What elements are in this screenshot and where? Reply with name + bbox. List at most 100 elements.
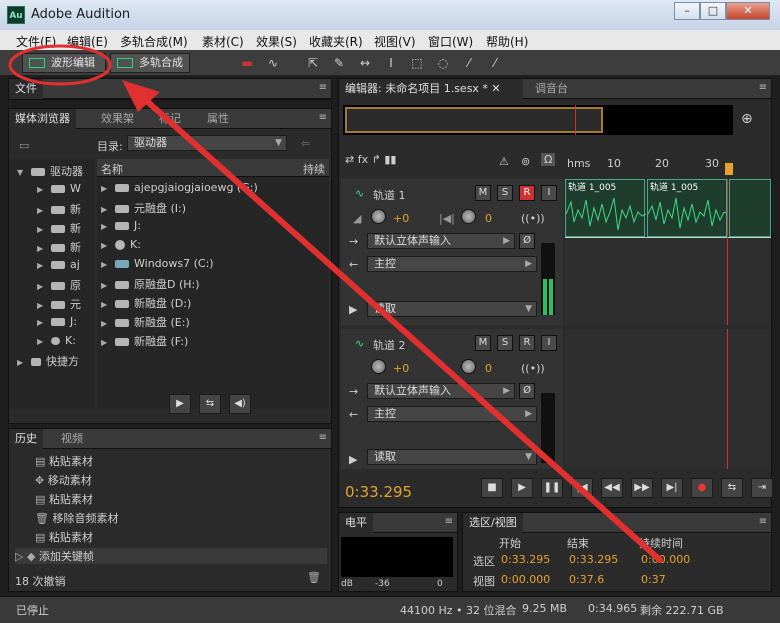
tab-editor[interactable]: 编辑器: 未命名项目 1.sesx * ✕ (339, 79, 523, 99)
menu-effects[interactable]: 效果(S) (256, 33, 297, 50)
fx-icon[interactable]: fx (358, 153, 368, 166)
volume-knob[interactable] (371, 209, 386, 224)
record-button[interactable]: ● (691, 478, 713, 498)
heal-icon[interactable]: ⁄ (486, 55, 504, 71)
panel-menu-icon[interactable]: ≡ (759, 516, 767, 527)
view-end[interactable]: 0:37.6 (569, 573, 604, 586)
record-arm-button[interactable]: R (519, 335, 535, 351)
output-dropdown[interactable]: 主控 ▶ (367, 256, 537, 272)
tree-item[interactable]: aj (70, 258, 80, 271)
expand-icon[interactable]: ▶ (349, 303, 357, 316)
track-2-lane[interactable] (565, 329, 771, 469)
volume-value[interactable]: +0 (393, 362, 409, 375)
play-preview-button[interactable]: ▶ (169, 394, 191, 414)
maximize-button[interactable]: □ (700, 2, 726, 20)
volume-knob[interactable] (371, 359, 386, 374)
phase-icon[interactable]: Ø (519, 233, 535, 249)
pan-knob[interactable] (461, 209, 476, 224)
loop-preview-button[interactable]: ⇆ (199, 394, 221, 414)
menu-window[interactable]: 窗口(W) (428, 33, 473, 50)
history-item[interactable]: ▤ 粘贴素材 (35, 491, 93, 507)
menu-edit[interactable]: 编辑(E) (67, 33, 108, 50)
loop-button[interactable]: ⇆ (721, 478, 743, 498)
selection-end[interactable]: 0:33.295 (569, 553, 618, 566)
trash-icon[interactable]: 🗑 (307, 571, 321, 584)
audio-clip[interactable]: 轨道 1_005 (565, 179, 646, 237)
minimize-button[interactable]: – (674, 2, 700, 20)
marquee-icon[interactable]: ⬚ (408, 55, 426, 71)
tree-item[interactable]: 新 (70, 241, 81, 254)
eq-icon[interactable]: ▮▮ (384, 153, 396, 166)
mute-button[interactable]: M (475, 335, 491, 351)
audio-clip[interactable]: 轨道 1_005 (647, 179, 728, 237)
input-monitor-button[interactable]: I (541, 335, 557, 351)
history-item[interactable]: ▤ 粘贴素材 (35, 453, 93, 469)
menu-help[interactable]: 帮助(H) (486, 33, 528, 50)
list-item[interactable]: ▶ 新融盘 (F:) (101, 333, 188, 349)
tab-history[interactable]: 历史 (9, 429, 43, 449)
pause-button[interactable]: ❚❚ (541, 478, 563, 498)
pitch-icon[interactable]: ∿ (264, 55, 282, 71)
history-item[interactable]: 🗑 移除音频素材 (35, 510, 118, 526)
back-arrow-icon[interactable]: ⇦ (301, 137, 310, 150)
menu-file[interactable]: 文件(F) (16, 33, 56, 50)
slip-tool-icon[interactable]: ↔ (356, 55, 374, 71)
sends-icon[interactable]: ((•)) (521, 212, 545, 225)
tree-item[interactable]: W (70, 182, 81, 195)
automation-dropdown[interactable]: 读取 ▼ (367, 301, 537, 317)
go-start-button[interactable]: |◀ (571, 478, 593, 498)
menu-view[interactable]: 视图(V) (374, 33, 416, 50)
metronome-icon[interactable]: ⚠ (499, 155, 509, 168)
panel-menu-icon[interactable]: ≡ (319, 82, 327, 93)
menu-multitrack[interactable]: 多轨合成(M) (120, 33, 188, 50)
directory-dropdown[interactable]: 驱动器 ▼ (127, 135, 287, 151)
overview-bar[interactable] (343, 105, 733, 135)
drive-icon[interactable]: ▭ (19, 139, 29, 152)
tree-item[interactable]: 元 (70, 298, 81, 311)
swap-icon[interactable]: ⇄ (345, 153, 354, 166)
mute-button[interactable]: M (475, 185, 491, 201)
expand-icon[interactable]: ▶ (349, 453, 357, 466)
tree-item[interactable]: 原 (70, 279, 81, 292)
tree-item[interactable]: 新 (70, 203, 81, 216)
tree-item[interactable]: 新 (70, 222, 81, 235)
input-monitor-button[interactable]: I (541, 185, 557, 201)
rewind-button[interactable]: ◀◀ (601, 478, 623, 498)
pan-value[interactable]: 0 (485, 212, 492, 225)
input-dropdown[interactable]: 默认立体声输入 ▶ (367, 383, 515, 399)
go-end-button[interactable]: ▶| (661, 478, 683, 498)
spectral-icon[interactable]: ▬ (238, 55, 256, 71)
history-item-current[interactable]: ▷ ◆ 添加关键帧 (15, 548, 327, 564)
close-button[interactable]: ✕ (726, 2, 770, 20)
output-dropdown[interactable]: 主控 ▶ (367, 406, 537, 422)
volume-icon[interactable]: ◀) (229, 394, 251, 414)
pan-knob[interactable] (461, 359, 476, 374)
move-tool-icon[interactable]: ⇱ (304, 55, 322, 71)
list-item[interactable]: ▶ ajepgjaiogjaioewg (G:) (101, 181, 258, 194)
list-item[interactable]: ▶ K: (101, 238, 141, 251)
input-dropdown[interactable]: 默认立体声输入 ▶ (367, 233, 515, 249)
tree-item[interactable]: 驱动器 (50, 165, 83, 178)
panel-menu-icon[interactable]: ≡ (759, 82, 767, 93)
phase-icon[interactable]: Ø (519, 383, 535, 399)
volume-value[interactable]: +0 (393, 212, 409, 225)
selection-start[interactable]: 0:33.295 (501, 553, 550, 566)
tab-video[interactable]: 视频 (55, 429, 89, 449)
time-select-icon[interactable]: I (382, 55, 400, 71)
playhead-marker[interactable] (725, 163, 733, 175)
list-item[interactable]: ▶ 新融盘 (D:) (101, 295, 191, 311)
tree-item[interactable]: 快捷方 (46, 355, 79, 368)
panel-menu-icon[interactable]: ≡ (319, 432, 327, 443)
menu-favorites[interactable]: 收藏夹(R) (309, 33, 363, 50)
tab-files[interactable]: 文件 (9, 79, 43, 99)
stop-button[interactable]: ■ (481, 478, 503, 498)
fast-forward-button[interactable]: ▶▶ (631, 478, 653, 498)
play-button[interactable]: ▶ (511, 478, 533, 498)
column-name[interactable]: 名称 (101, 161, 123, 177)
send-icon[interactable]: ↱ (372, 153, 381, 166)
list-item[interactable]: ▶ Windows7 (C:) (101, 257, 214, 270)
panel-menu-icon[interactable]: ≡ (445, 516, 453, 527)
list-item[interactable]: ▶ 新融盘 (E:) (101, 314, 190, 330)
track-1-lane[interactable]: 轨道 1_005 轨道 1_005 (565, 179, 771, 325)
panel-menu-icon[interactable]: ≡ (319, 112, 327, 123)
